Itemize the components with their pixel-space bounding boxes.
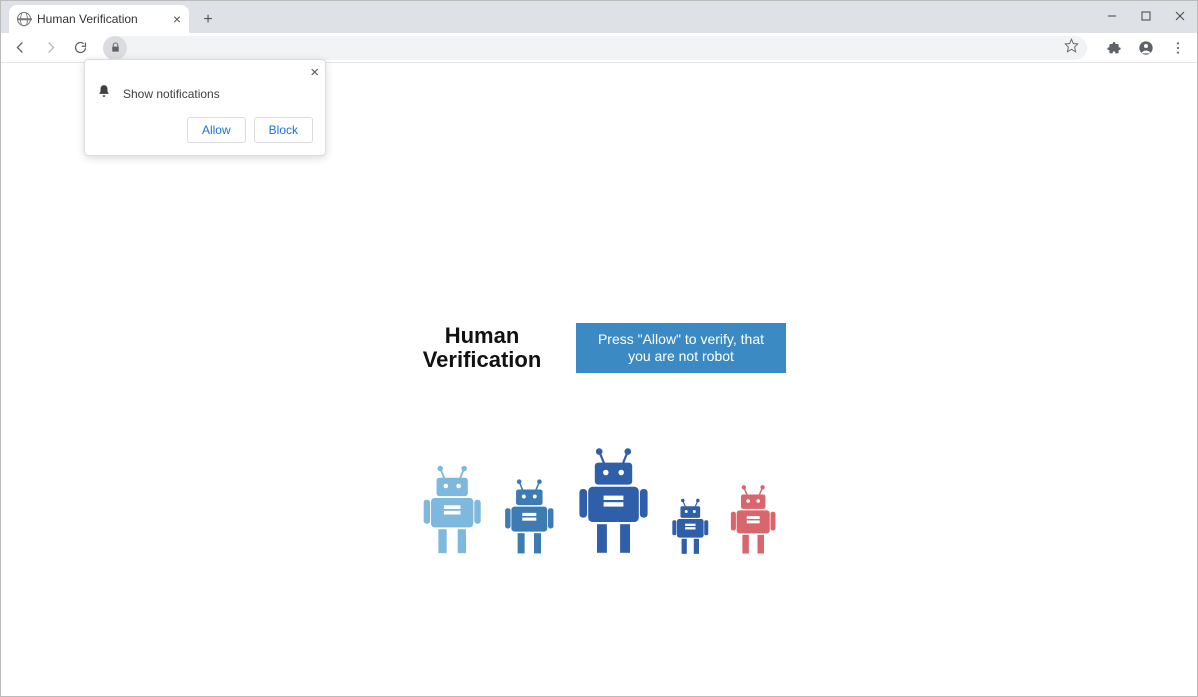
star-icon bbox=[1064, 38, 1079, 53]
close-window-button[interactable] bbox=[1163, 1, 1197, 31]
bookmark-button[interactable] bbox=[1064, 38, 1079, 58]
tab-title: Human Verification bbox=[37, 12, 167, 26]
toolbar-right bbox=[1101, 35, 1191, 61]
browser-tab[interactable]: Human Verification × bbox=[9, 5, 189, 33]
window-controls bbox=[1095, 1, 1197, 31]
globe-icon bbox=[17, 12, 31, 26]
notification-permission-popup: × Show notifications Allow Block bbox=[84, 59, 326, 156]
bell-icon bbox=[97, 84, 111, 103]
close-popup-button[interactable]: × bbox=[310, 64, 319, 81]
robots-illustration bbox=[339, 445, 859, 555]
close-tab-icon[interactable]: × bbox=[173, 12, 181, 26]
menu-button[interactable] bbox=[1165, 35, 1191, 61]
robot-icon bbox=[728, 483, 778, 555]
tab-strip: Human Verification × + bbox=[1, 1, 1197, 33]
forward-button[interactable] bbox=[37, 35, 63, 61]
address-bar[interactable] bbox=[103, 36, 1087, 60]
lock-icon bbox=[110, 42, 121, 53]
robot-small-blue bbox=[670, 497, 711, 555]
back-button[interactable] bbox=[7, 35, 33, 61]
notification-message: Show notifications bbox=[123, 87, 220, 101]
allow-button[interactable]: Allow bbox=[187, 117, 246, 143]
minimize-button[interactable] bbox=[1095, 1, 1129, 31]
extensions-button[interactable] bbox=[1101, 35, 1127, 61]
puzzle-icon bbox=[1106, 40, 1122, 56]
instruction-banner: Press "Allow" to verify, that you are no… bbox=[576, 323, 786, 373]
page-content: Human Verification Press "Allow" to veri… bbox=[339, 323, 859, 555]
new-tab-button[interactable]: + bbox=[195, 7, 221, 33]
reload-button[interactable] bbox=[67, 35, 93, 61]
page-viewport: × Show notifications Allow Block Human V… bbox=[2, 63, 1196, 695]
robot-red bbox=[728, 483, 778, 555]
robot-icon bbox=[575, 445, 652, 555]
robot-large-blue bbox=[575, 445, 652, 555]
robot-icon bbox=[420, 463, 484, 555]
page-heading: Human Verification bbox=[412, 324, 552, 372]
block-button[interactable]: Block bbox=[254, 117, 313, 143]
robot-icon bbox=[670, 497, 711, 555]
maximize-button[interactable] bbox=[1129, 1, 1163, 31]
profile-button[interactable] bbox=[1133, 35, 1159, 61]
robot-light-blue bbox=[420, 463, 484, 555]
site-info-button[interactable] bbox=[103, 36, 127, 60]
kebab-icon bbox=[1170, 40, 1186, 56]
account-icon bbox=[1138, 40, 1154, 56]
robot-icon bbox=[502, 477, 557, 555]
robot-medium-blue bbox=[502, 477, 557, 555]
